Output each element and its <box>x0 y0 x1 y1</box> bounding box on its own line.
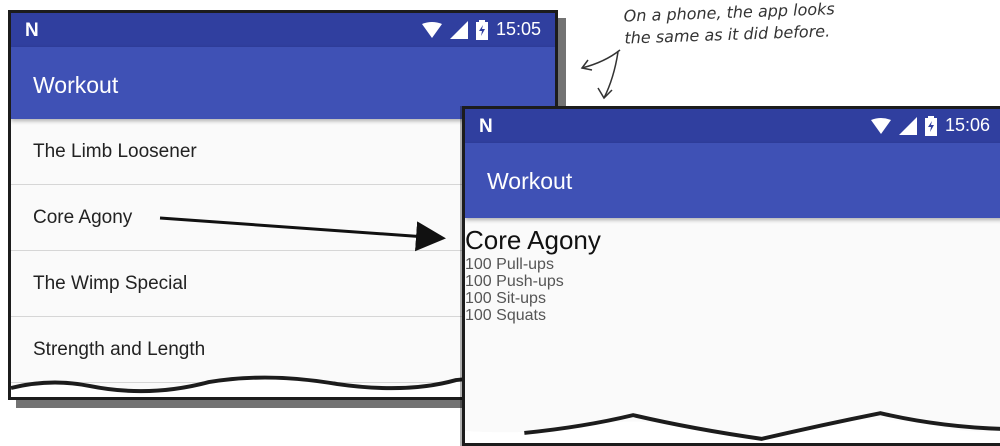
app-bar-title: Workout <box>33 72 119 98</box>
wifi-icon <box>870 117 891 134</box>
workout-title: Core Agony <box>465 225 601 255</box>
battery-icon <box>924 115 937 136</box>
exercise-line: 100 Push-ups <box>465 273 564 290</box>
battery-icon <box>475 19 488 40</box>
wifi-icon <box>421 21 442 38</box>
workout-detail: Core Agony 100 Pull-ups 100 Push-ups 100… <box>465 218 1000 324</box>
annotation-arrow-left <box>581 49 621 69</box>
app-bar: Workout <box>465 143 1000 218</box>
phone-detail-screen: N 15:06 Workout Core Agony 100 Pull-ups … <box>462 106 1000 446</box>
carrier-logo: N <box>25 20 39 41</box>
annotation-arrow-down <box>603 51 619 99</box>
carrier-logo: N <box>479 116 493 137</box>
exercise-line: 100 Squats <box>465 307 546 324</box>
handwritten-annotation: On a phone, the app looks the same as it… <box>623 0 944 50</box>
app-bar-title: Workout <box>487 168 573 194</box>
torn-edge <box>465 411 1000 443</box>
exercise-line: 100 Pull-ups <box>465 256 554 273</box>
signal-icon <box>449 20 468 39</box>
signal-icon <box>898 116 917 135</box>
status-time: 15:06 <box>944 115 990 135</box>
exercise-line: 100 Sit-ups <box>465 290 546 307</box>
status-bar: N 15:05 <box>11 13 555 47</box>
status-time: 15:05 <box>495 19 541 39</box>
status-bar: N 15:06 <box>465 109 1000 143</box>
